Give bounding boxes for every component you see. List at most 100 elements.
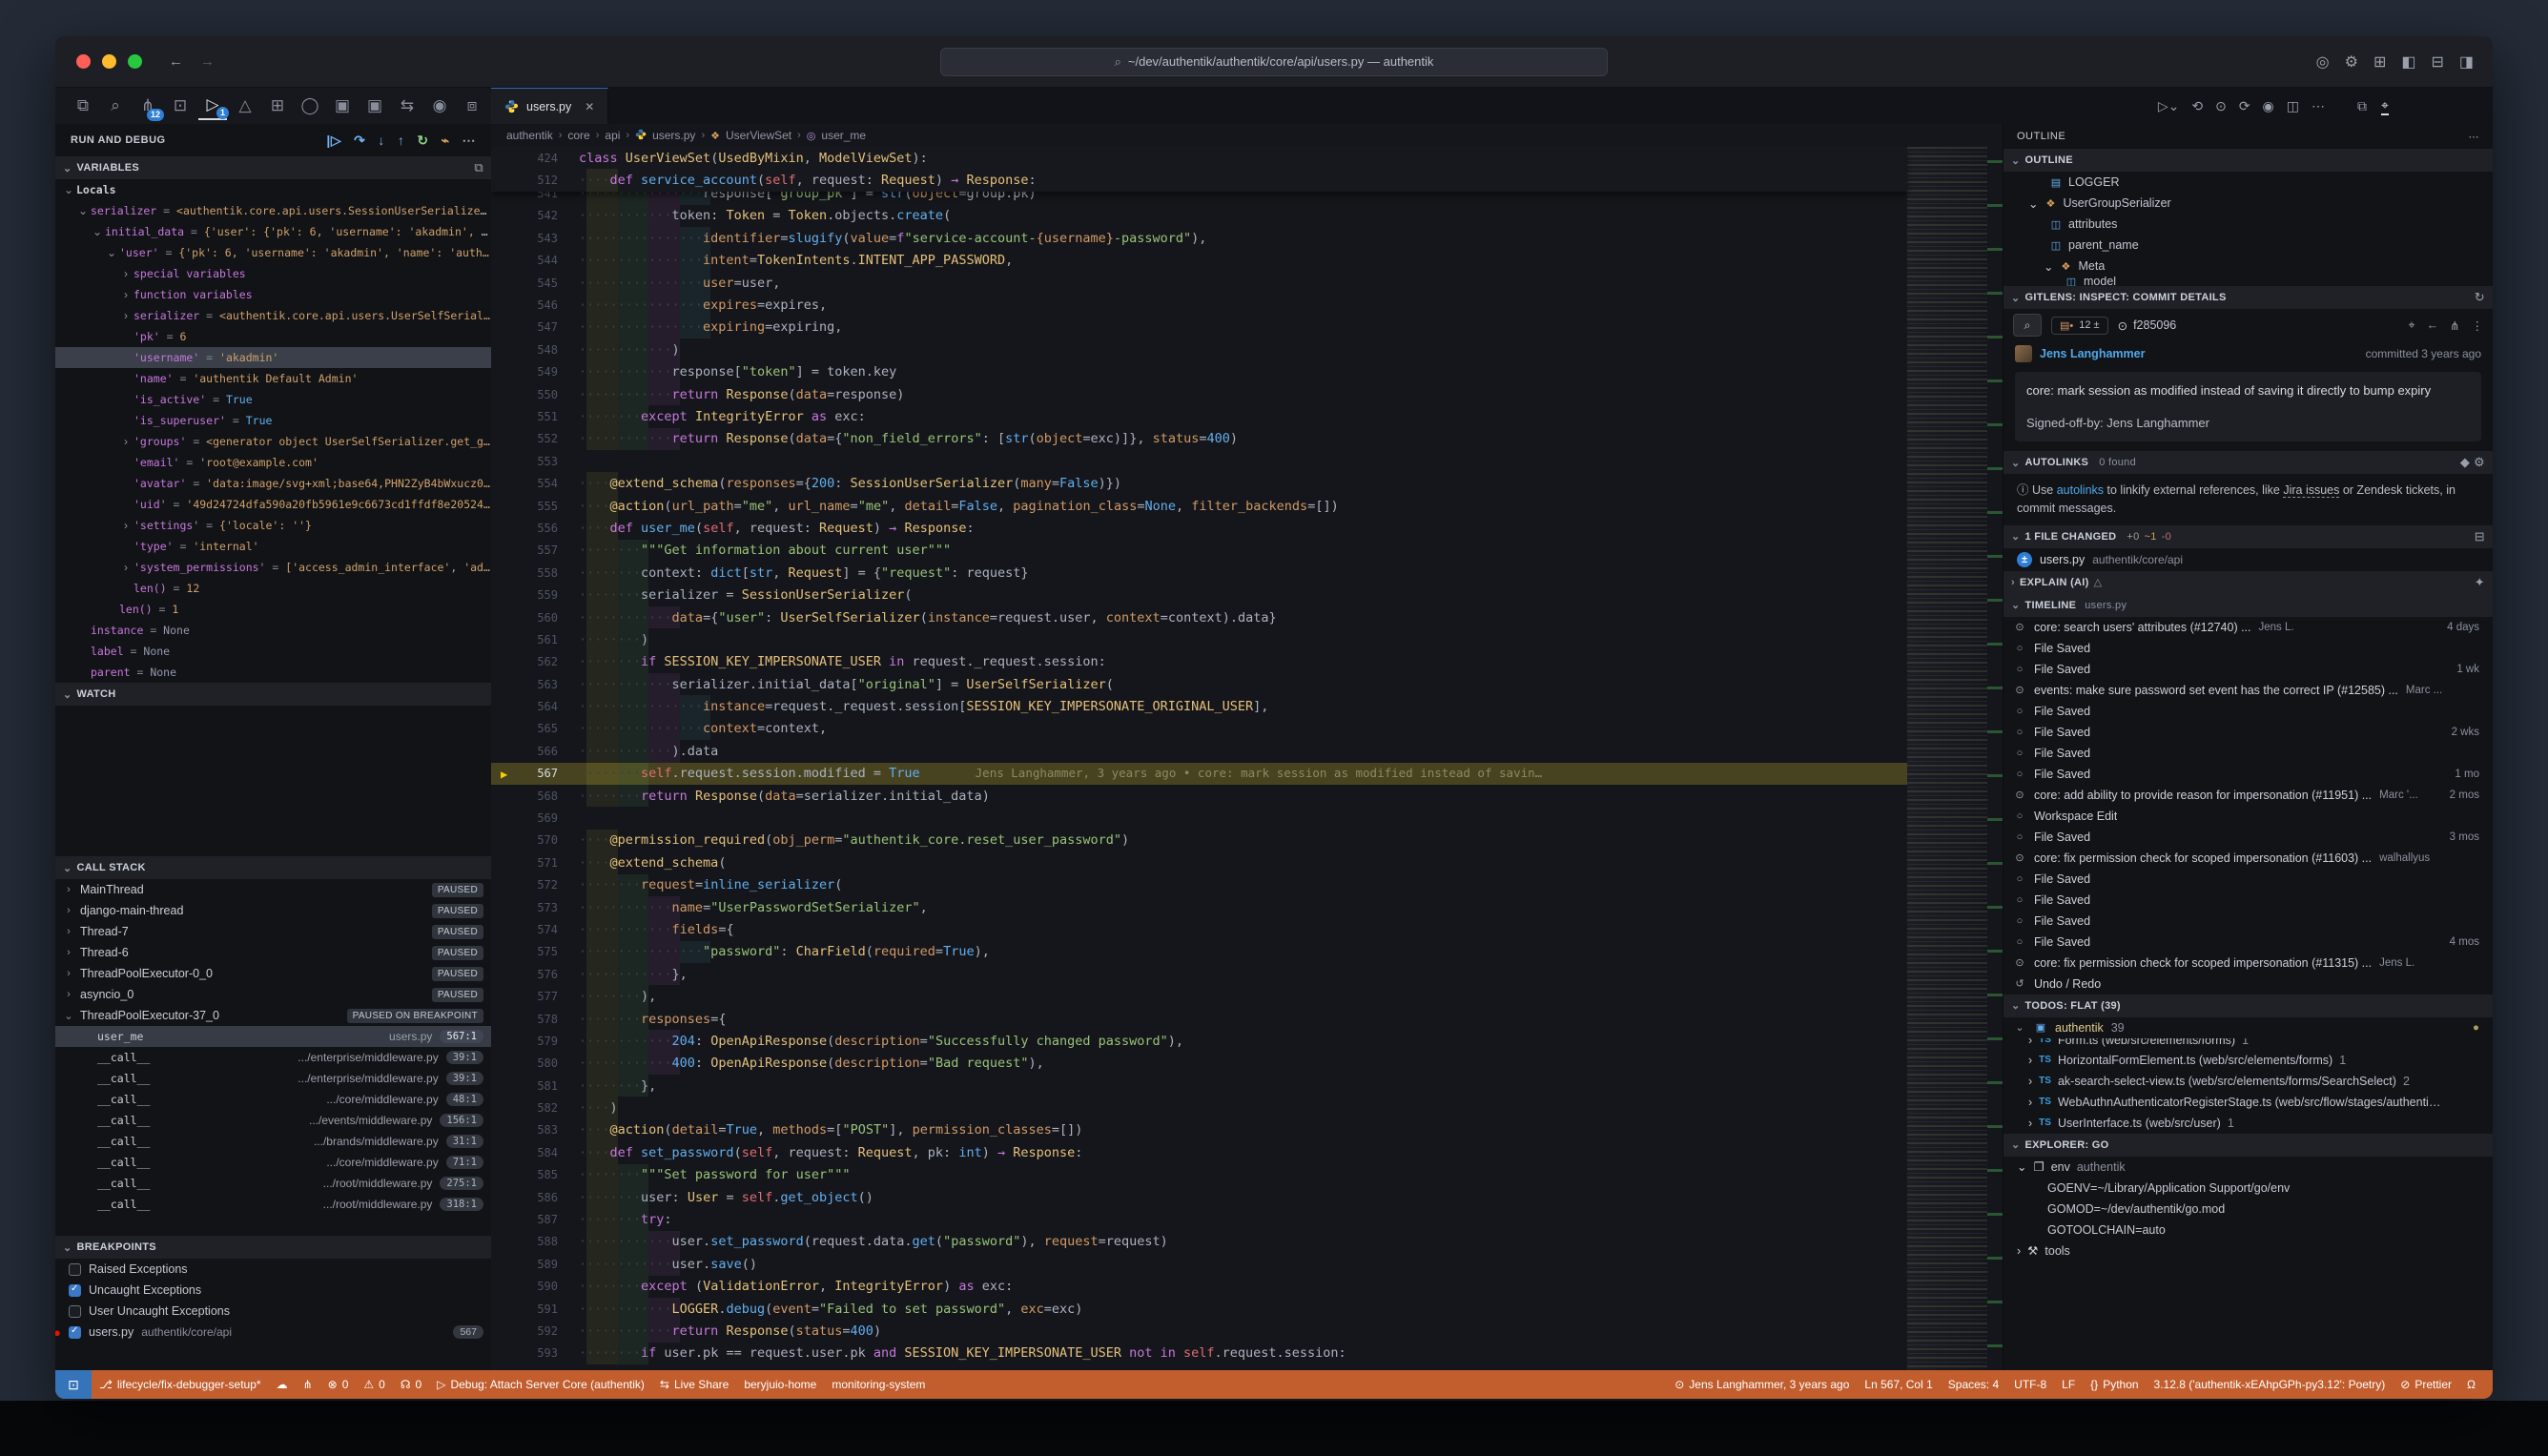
go-env-var[interactable]: GOMOD=~/dev/authentik/go.mod	[2003, 1199, 2493, 1220]
variable-row[interactable]: 'uid' = '49d24724dfa590a20fb5961e9c6673c…	[55, 494, 491, 515]
sparkle-icon[interactable]: ✦	[2475, 575, 2485, 590]
code-line[interactable]: 546················expires=expires,	[491, 294, 1907, 316]
statusbar-prettier[interactable]: ⊘Prettier	[2393, 1378, 2459, 1391]
variable-row[interactable]: ›'groups' = <generator object UserSelfSe…	[55, 431, 491, 452]
disconnect-icon[interactable]: ⌁	[442, 133, 450, 149]
code-line[interactable]: 542············token: Token = Token.obje…	[491, 205, 1907, 227]
code-line[interactable]: 567▶········self.request.session.modifie…	[491, 763, 1907, 785]
todo-file-row[interactable]: ›TSak-search-select-view.ts (web/src/ele…	[2003, 1071, 2493, 1092]
timeline-item[interactable]: ○File Saved4 mos	[2003, 932, 2493, 953]
code-line[interactable]: 548············)	[491, 338, 1907, 360]
more-actions-icon[interactable]: ⋯	[2469, 131, 2480, 143]
code-line[interactable]: 550············return Response(data=resp…	[491, 383, 1907, 405]
statusbar-python-interpreter[interactable]: 3.12.8 ('authentik-xEAhpGPh-py3.12': Poe…	[2147, 1378, 2394, 1391]
code-line[interactable]: 557········"""Get information about curr…	[491, 540, 1907, 562]
timeline-item[interactable]: ⊙core: fix permission check for scoped i…	[2003, 848, 2493, 869]
breakpoint-row[interactable]: User Uncaught Exceptions	[55, 1301, 491, 1322]
outline-section-header[interactable]: ⌄ OUTLINE	[2003, 149, 2493, 172]
variable-row[interactable]: ⌄serializer = <authentik.core.api.users.…	[55, 200, 491, 221]
live-share-icon[interactable]: ⇆	[393, 92, 421, 120]
call-stack-section-header[interactable]: ⌄ CALL STACK	[55, 856, 491, 879]
code-line[interactable]: 551········except IntegrityError as exc:	[491, 405, 1907, 427]
call-stack-thread[interactable]: ›django-main-threadPAUSED	[55, 900, 491, 921]
todo-file-row[interactable]: ›TSForm.ts (web/src/elements/forms)1	[2003, 1038, 2493, 1050]
call-stack-frame[interactable]: __call__.../enterprise/middleware.py39:1	[55, 1068, 491, 1089]
statusbar-task-beryjuio-home[interactable]: beryjuio-home	[736, 1378, 824, 1391]
variable-row[interactable]: 'username' = 'akadmin'	[55, 347, 491, 368]
outline-item[interactable]: ▤LOGGER	[2003, 172, 2493, 193]
go-env-row[interactable]: ⌄❐envauthentik	[2003, 1157, 2493, 1178]
code-line[interactable]: 543················identifier=slugify(va…	[491, 227, 1907, 249]
code-line[interactable]: 574············fields={	[491, 918, 1907, 940]
code-line[interactable]: 561········)	[491, 628, 1907, 650]
refresh-icon[interactable]: ↻	[2475, 290, 2485, 305]
statusbar-cloud-upload[interactable]: ☁	[269, 1378, 296, 1391]
go-tools-row[interactable]: ›⚒tools	[2003, 1241, 2493, 1261]
more-actions-icon[interactable]: ⋯	[2312, 98, 2325, 114]
timeline-item[interactable]: ○File Saved2 wks	[2003, 722, 2493, 743]
variable-row[interactable]: 'email' = 'root@example.com'	[55, 452, 491, 473]
todos-section-header[interactable]: ⌄ TODOS: FLAT (39)	[2003, 995, 2493, 1017]
variable-row[interactable]: ›serializer = <authentik.core.api.users.…	[55, 305, 491, 326]
outline-item[interactable]: ◫model	[2003, 277, 2493, 286]
code-line[interactable]: 560············data={"user": UserSelfSer…	[491, 606, 1907, 628]
record-icon[interactable]: ⊙	[2215, 98, 2227, 114]
toggle-panel-icon[interactable]: ⊟	[2431, 52, 2443, 72]
variable-row[interactable]: ⌄initial_data = {'user': {'pk': 6, 'user…	[55, 221, 491, 242]
timeline-item[interactable]: ○File Saved	[2003, 701, 2493, 722]
code-line[interactable]: 583····@action(detail=True, methods=["PO…	[491, 1119, 1907, 1141]
extensions-icon[interactable]: ⊞	[263, 92, 292, 120]
window-controls[interactable]	[76, 54, 142, 69]
code-line[interactable]: 573············name="UserPasswordSetSeri…	[491, 896, 1907, 918]
code-line[interactable]: 564················instance=request._req…	[491, 695, 1907, 717]
outline-item[interactable]: ◫attributes	[2003, 214, 2493, 235]
variable-row[interactable]: 'is_superuser' = True	[55, 410, 491, 431]
code-line[interactable]: 512····def service_account(self, request…	[491, 169, 1907, 191]
remote-explorer-icon[interactable]: ⊡	[166, 92, 195, 120]
github-icon[interactable]: ◯	[296, 92, 324, 120]
code-line[interactable]: 589············user.save()	[491, 1253, 1907, 1275]
variable-row[interactable]: ⌄Locals	[55, 179, 491, 200]
variable-row[interactable]: len() = 1	[55, 599, 491, 620]
statusbar-cursor-position[interactable]: Ln 567, Col 1	[1857, 1378, 1940, 1391]
close-window-button[interactable]	[76, 54, 91, 69]
settings-gear-icon[interactable]: ⚙	[2345, 52, 2358, 72]
code-line[interactable]: 549············response["token"] = token…	[491, 361, 1907, 383]
zoom-window-button[interactable]	[128, 54, 142, 69]
breadcrumb[interactable]: authentik›core›api›users.py›❖UserViewSet…	[491, 124, 2003, 147]
explain-ai-section-header[interactable]: › EXPLAIN (AI) △ ✦	[2003, 571, 2493, 594]
statusbar-branch[interactable]: ⎇lifecycle/fix-debugger-setup*	[92, 1378, 269, 1391]
code-line[interactable]: 552············return Response(data={"no…	[491, 428, 1907, 450]
breakpoint-checkbox[interactable]	[69, 1263, 81, 1276]
pull-requests-icon[interactable]: ▣	[360, 92, 389, 120]
customize-layout-icon[interactable]: ⊞	[2373, 52, 2386, 72]
timeline-item[interactable]: ⊙core: add ability to provide reason for…	[2003, 785, 2493, 806]
statusbar-debug-status[interactable]: ▷Debug: Attach Server Core (authentik)	[429, 1378, 652, 1391]
outline-item[interactable]: ⌄❖UserGroupSerializer	[2003, 193, 2493, 214]
variable-row[interactable]: 'avatar' = 'data:image/svg+xml;base64,PH…	[55, 473, 491, 494]
code-line[interactable]: 579············204: OpenApiResponse(desc…	[491, 1030, 1907, 1052]
breadcrumb-item[interactable]: core	[567, 129, 589, 142]
code-line[interactable]: 587········try:	[491, 1208, 1907, 1230]
changed-file-row[interactable]: ± users.py authentik/core/api	[2003, 548, 2493, 571]
commit-author[interactable]: Jens Langhammer	[2040, 347, 2145, 360]
timeline-item[interactable]: ⊙events: make sure password set event ha…	[2003, 680, 2493, 701]
explorer-go-section-header[interactable]: ⌄ EXPLORER: GO	[2003, 1134, 2493, 1157]
variables-section-header[interactable]: ⌄ VARIABLES ⧉	[55, 156, 491, 179]
timeline-item[interactable]: ○File Saved	[2003, 911, 2493, 932]
breadcrumb-item[interactable]: api	[605, 129, 620, 142]
call-stack-thread[interactable]: ›asyncio_0PAUSED	[55, 984, 491, 1005]
statusbar-errors[interactable]: ⊗0	[320, 1378, 357, 1391]
go-env-var[interactable]: GOENV=~/Library/Application Support/go/e…	[2003, 1178, 2493, 1199]
breakpoint-row[interactable]: Uncaught Exceptions	[55, 1280, 491, 1301]
call-stack-thread[interactable]: ›ThreadPoolExecutor-0_0PAUSED	[55, 963, 491, 984]
watch-section-header[interactable]: ⌄ WATCH	[55, 683, 491, 706]
call-stack-frame[interactable]: __call__.../core/middleware.py71:1	[55, 1152, 491, 1173]
call-stack-thread[interactable]: ⌄ThreadPoolExecutor-37_0PAUSED ON BREAKP…	[55, 1005, 491, 1026]
todos-root-row[interactable]: ⌄▣authentik39●	[2003, 1017, 2493, 1038]
breakpoint-row[interactable]: Raised Exceptions	[55, 1259, 491, 1280]
search-icon[interactable]: ⌕	[101, 92, 130, 120]
code-line[interactable]: 569	[491, 807, 1907, 829]
code-line[interactable]: 562········if SESSION_KEY_IMPERSONATE_US…	[491, 651, 1907, 673]
timeline-item[interactable]: ⊙core: fix permission check for scoped i…	[2003, 953, 2493, 974]
